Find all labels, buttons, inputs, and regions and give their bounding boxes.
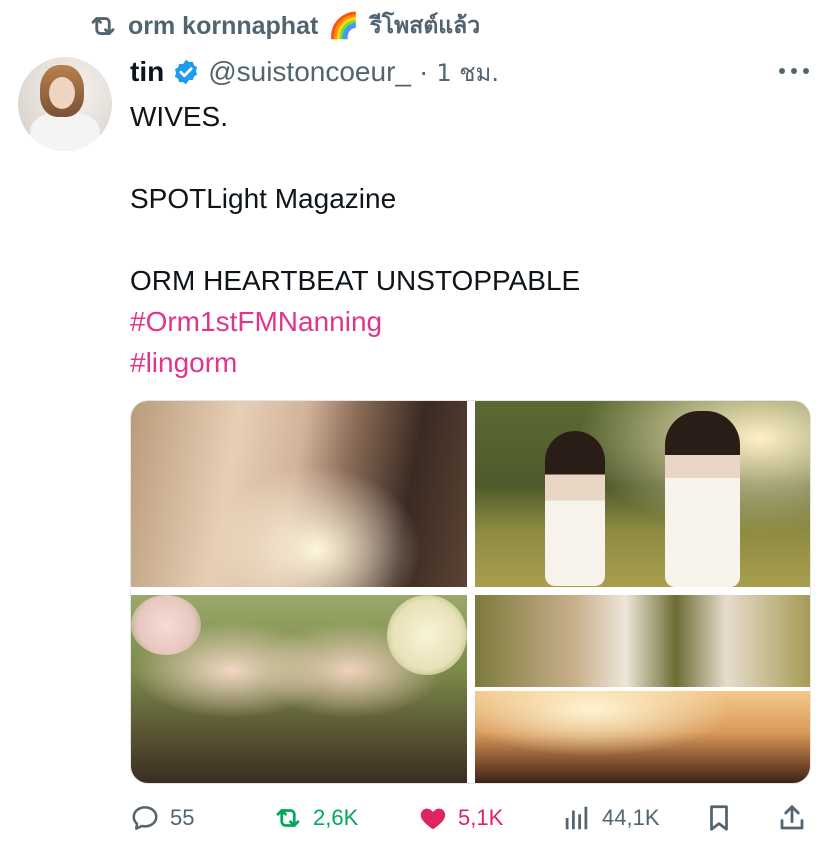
verified-badge-icon	[175, 59, 198, 85]
photo-3[interactable]	[131, 595, 467, 783]
photo-2[interactable]	[475, 401, 810, 587]
hashtag-link[interactable]: #Orm1stFMNanning	[130, 301, 790, 342]
photo-4[interactable]	[475, 595, 810, 687]
share-button[interactable]	[777, 798, 807, 838]
timestamp[interactable]: 1 ชม.	[436, 53, 499, 92]
heart-icon	[420, 808, 446, 830]
bookmark-icon	[710, 805, 728, 831]
user-handle[interactable]: @suistoncoeur_	[208, 56, 411, 88]
more-options-icon[interactable]	[779, 62, 809, 80]
display-name[interactable]: tin	[130, 56, 164, 88]
reposter-name[interactable]: orm kornnaphat	[128, 12, 318, 41]
view-count: 44,1K	[602, 805, 660, 830]
repost-icon	[91, 17, 115, 35]
action-bar: 55 2,6K 5,1K 44,1K	[130, 798, 809, 838]
tweet-line-2: SPOTLight Magazine	[130, 183, 397, 214]
tweet-header: tin @suistoncoeur_ · 1 ชม.	[130, 54, 499, 90]
bookmark-button[interactable]	[704, 798, 734, 838]
photo-1[interactable]	[131, 401, 467, 587]
separator-dot: ·	[418, 56, 429, 87]
repost-button[interactable]: 2,6K	[273, 798, 358, 838]
media-grid	[130, 400, 811, 784]
tweet-line-3: ORM HEARTBEAT UNSTOPPABLE	[130, 265, 581, 296]
photo-5[interactable]	[475, 691, 810, 783]
repost-count: 2,6K	[313, 805, 359, 830]
tweet-text: WIVES. SPOTLight Magazine ORM HEARTBEAT …	[130, 96, 790, 383]
reply-count: 55	[170, 805, 195, 830]
rainbow-emoji: 🌈	[328, 11, 360, 40]
reply-button[interactable]: 55	[130, 798, 194, 838]
repost-icon	[276, 809, 300, 827]
views-button[interactable]: 44,1K	[562, 798, 660, 838]
repost-context[interactable]: orm kornnaphat 🌈 รีโพสต์แล้ว	[88, 8, 480, 44]
reposted-label: รีโพสต์แล้ว	[369, 13, 481, 39]
like-button[interactable]: 5,1K	[418, 798, 503, 838]
avatar[interactable]	[18, 57, 112, 151]
tweet-line-1: WIVES.	[130, 101, 229, 132]
share-icon	[780, 805, 804, 830]
hashtag-link[interactable]: #lingorm	[130, 342, 790, 383]
analytics-icon	[565, 806, 588, 830]
like-count: 5,1K	[458, 805, 504, 830]
reply-icon	[132, 806, 158, 830]
